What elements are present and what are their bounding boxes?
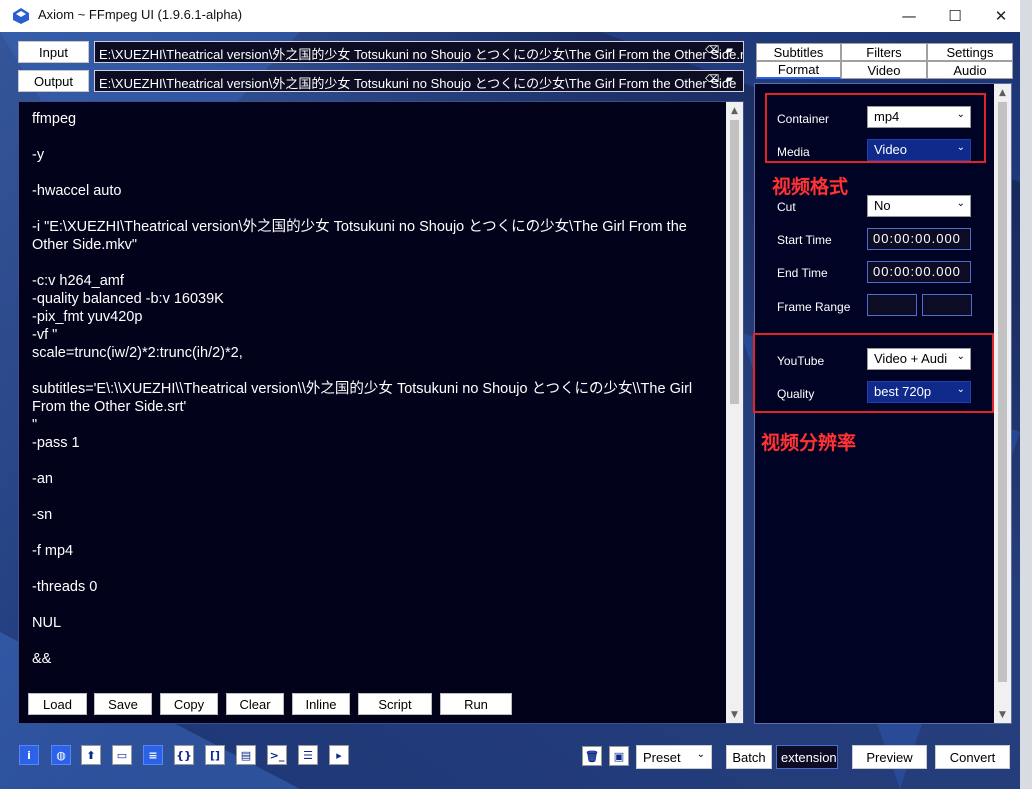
cut-label: Cut <box>777 200 796 214</box>
window-title: Axiom ~ FFmpeg UI (1.9.6.1-alpha) <box>38 7 243 22</box>
load-button[interactable]: Load <box>28 693 87 715</box>
cut-value: No <box>874 198 891 213</box>
input-button[interactable]: Input <box>18 41 89 63</box>
tab-format[interactable]: Format <box>756 61 841 79</box>
script-editor[interactable]: ffmpeg -y -hwaccel auto -i "E:\XUEZHI\Th… <box>18 101 744 724</box>
inline-button[interactable]: Inline <box>292 693 350 715</box>
close-button[interactable]: ✕ <box>978 0 1020 32</box>
batch-button[interactable]: Batch <box>726 745 772 769</box>
annotation-box-resolution <box>753 333 994 413</box>
maximize-button[interactable]: ☐ <box>932 0 978 32</box>
start-time-label: Start Time <box>777 233 832 247</box>
scroll-down-icon[interactable]: ▼ <box>994 706 1011 723</box>
clear-button[interactable]: Clear <box>226 693 284 715</box>
annotation-video-format: 视频格式 <box>772 176 849 198</box>
minimize-button[interactable]: — <box>886 0 932 32</box>
output-path-text: E:\XUEZHI\Theatrical version\外之国的少女 Tots… <box>99 76 737 91</box>
annotation-box-format <box>765 93 986 163</box>
extension-input[interactable]: extension <box>776 745 838 769</box>
brackets-icon[interactable]: [] <box>205 745 225 765</box>
scroll-thumb[interactable] <box>730 120 739 404</box>
app-logo-icon <box>13 8 29 24</box>
start-time-input[interactable]: 00:00:00.000 <box>867 228 971 250</box>
annotation-video-resolution: 视频分辨率 <box>761 432 857 454</box>
document-icon[interactable]: ▤ <box>236 745 256 765</box>
braces-icon[interactable]: {} <box>174 745 194 765</box>
list-icon[interactable]: ≡ <box>143 745 163 765</box>
info-icon[interactable]: i <box>19 745 39 765</box>
convert-button[interactable]: Convert <box>935 745 1010 769</box>
tab-filters[interactable]: Filters <box>841 43 927 61</box>
output-path-field[interactable]: E:\XUEZHI\Theatrical version\外之国的少女 Tots… <box>94 70 744 92</box>
tab-subtitles[interactable]: Subtitles <box>756 43 841 61</box>
output-button[interactable]: Output <box>18 70 89 92</box>
script-text[interactable]: ffmpeg -y -hwaccel auto -i "E:\XUEZHI\Th… <box>32 110 712 668</box>
script-scrollbar[interactable]: ▲ ▼ <box>726 102 743 723</box>
trash-icon[interactable]: 🗑 <box>582 746 602 766</box>
terminal-icon[interactable]: >_ <box>267 745 287 765</box>
play-icon[interactable]: ▸ <box>329 745 349 765</box>
panel-scrollbar[interactable]: ▲ ▼ <box>994 84 1011 723</box>
scroll-up-icon[interactable]: ▲ <box>994 84 1011 101</box>
preset-label: Preset <box>643 749 681 765</box>
window-icon[interactable]: ▭ <box>112 745 132 765</box>
frame-range-label: Frame Range <box>777 300 851 314</box>
chevron-down-icon: ⌄ <box>956 198 965 209</box>
desktop-edge <box>1020 0 1032 789</box>
run-button[interactable]: Run <box>440 693 512 715</box>
tab-video[interactable]: Video <box>841 61 927 79</box>
scroll-up-icon[interactable]: ▲ <box>726 102 743 119</box>
preview-button[interactable]: Preview <box>852 745 927 769</box>
preset-select[interactable]: Preset ⌄ <box>636 745 712 769</box>
script-button[interactable]: Script <box>358 693 432 715</box>
tab-audio[interactable]: Audio <box>927 61 1013 79</box>
app-window: Axiom ~ FFmpeg UI (1.9.6.1-alpha) — ☐ ✕ … <box>0 0 1020 789</box>
title-bar[interactable]: Axiom ~ FFmpeg UI (1.9.6.1-alpha) — ☐ ✕ <box>0 0 1020 32</box>
tab-settings[interactable]: Settings <box>927 43 1013 61</box>
input-path-text: E:\XUEZHI\Theatrical version\外之国的少女 Tots… <box>99 47 744 62</box>
save-preset-icon[interactable]: ▣ <box>609 746 629 766</box>
scroll-down-icon[interactable]: ▼ <box>726 706 743 723</box>
frame-range-end-input[interactable] <box>922 294 972 316</box>
upload-icon[interactable]: ⬆ <box>81 745 101 765</box>
cut-select[interactable]: No ⌄ <box>867 195 971 217</box>
globe-icon[interactable]: ◍ <box>51 745 71 765</box>
folder-icon[interactable]: ⌫▰ <box>705 45 739 56</box>
copy-button[interactable]: Copy <box>160 693 218 715</box>
end-time-label: End Time <box>777 266 828 280</box>
input-path-field[interactable]: E:\XUEZHI\Theatrical version\外之国的少女 Tots… <box>94 41 744 63</box>
bullet-list-icon[interactable]: ☰ <box>298 745 318 765</box>
scroll-thumb[interactable] <box>998 102 1007 682</box>
chevron-down-icon: ⌄ <box>696 749 705 760</box>
save-button[interactable]: Save <box>94 693 152 715</box>
folder-icon[interactable]: ⌫▰ <box>705 74 739 85</box>
frame-range-start-input[interactable] <box>867 294 917 316</box>
end-time-input[interactable]: 00:00:00.000 <box>867 261 971 283</box>
